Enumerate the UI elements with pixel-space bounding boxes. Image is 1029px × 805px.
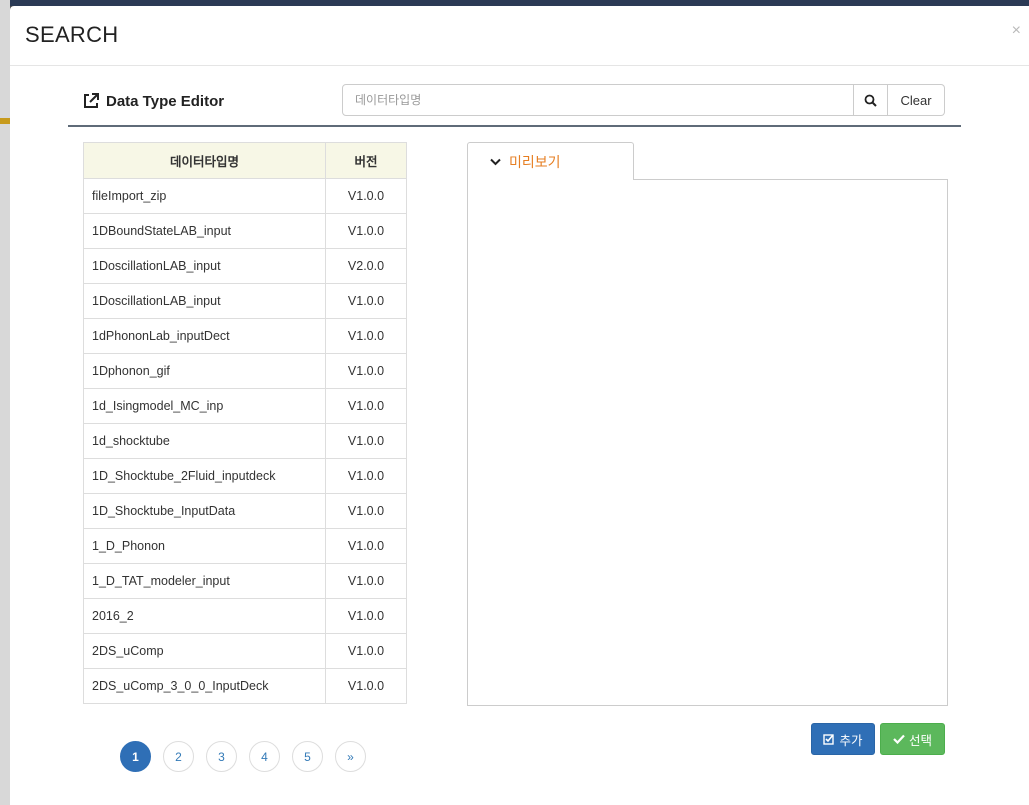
page-button-5[interactable]: 5 [292,741,323,772]
cell-version[interactable]: V1.0.0 [325,563,407,599]
table-body: fileImport_zip V1.0.0 1DBoundStateLAB_inpu… [83,178,407,704]
cell-version[interactable]: V1.0.0 [325,458,407,494]
data-type-table: 데이터타입명 버전 fileImport_zip V1.0.0 1DBoundSta… [83,142,407,704]
table-row[interactable]: 1_D_Phonon V1.0.0 [83,528,407,564]
table-row[interactable]: 1_D_TAT_modeler_input V1.0.0 [83,563,407,599]
cell-version[interactable]: V1.0.0 [325,598,407,634]
page-button-1[interactable]: 1 [120,741,151,772]
background-accent [0,118,10,124]
cell-datatype-name[interactable]: 2016_2 [83,598,326,634]
add-button-label: 추가 [839,733,863,748]
pagination: 1 2 3 4 5 » [120,741,378,772]
header-divider [68,125,961,127]
editor-title: Data Type Editor [82,92,224,110]
cell-version[interactable]: V1.0.0 [325,493,407,529]
cell-datatype-name[interactable]: 1d_Isingmodel_MC_inp [83,388,326,424]
cell-datatype-name[interactable]: 1_D_Phonon [83,528,326,564]
clear-button[interactable]: Clear [888,84,945,116]
table-row[interactable]: fileImport_zip V1.0.0 [83,178,407,214]
preview-panel [467,179,948,706]
check-icon [893,734,905,744]
cell-datatype-name[interactable]: 1D_Shocktube_InputData [83,493,326,529]
modal-header: SEARCH × [10,6,1029,66]
chevron-down-icon [490,158,501,165]
select-button-label: 선택 [908,733,932,748]
cell-datatype-name[interactable]: 1DoscillationLAB_input [83,283,326,319]
tab-preview-label: 미리보기 [509,153,561,170]
column-header-name[interactable]: 데이터타입명 [83,142,326,179]
table-row[interactable]: 2016_2 V1.0.0 [83,598,407,634]
search-icon [864,94,877,107]
cell-version[interactable]: V1.0.0 [325,388,407,424]
table-row[interactable]: 1dPhononLab_inputDect V1.0.0 [83,318,407,354]
table-row[interactable]: 1D_Shocktube_2Fluid_inputdeck V1.0.0 [83,458,407,494]
close-button[interactable]: × [1012,22,1021,40]
search-input[interactable] [342,84,854,116]
search-group: Clear [342,84,945,116]
cell-version[interactable]: V1.0.0 [325,423,407,459]
table-row[interactable]: 1D_Shocktube_InputData V1.0.0 [83,493,407,529]
table-row[interactable]: 1DBoundStateLAB_input V1.0.0 [83,213,407,249]
external-link-icon [84,93,99,108]
cell-version[interactable]: V1.0.0 [325,283,407,319]
select-button[interactable]: 선택 [880,723,945,755]
table-row[interactable]: 2DS_uComp V1.0.0 [83,633,407,669]
modal-title: SEARCH [25,22,119,47]
cell-version[interactable]: V1.0.0 [325,668,407,704]
cell-version[interactable]: V1.0.0 [325,353,407,389]
cell-datatype-name[interactable]: 1d_shocktube [83,423,326,459]
cell-version[interactable]: V1.0.0 [325,528,407,564]
table-row[interactable]: 1d_Isingmodel_MC_inp V1.0.0 [83,388,407,424]
page-button-3[interactable]: 3 [206,741,237,772]
add-button[interactable]: 추가 [811,723,875,755]
table-row[interactable]: 1DoscillationLAB_input V2.0.0 [83,248,407,284]
cell-version[interactable]: V1.0.0 [325,318,407,354]
background-strip [0,0,10,805]
tab-preview[interactable]: 미리보기 [467,142,634,180]
cell-datatype-name[interactable]: 1D_Shocktube_2Fluid_inputdeck [83,458,326,494]
cell-datatype-name[interactable]: 2DS_uComp [83,633,326,669]
cell-datatype-name[interactable]: 1dPhononLab_inputDect [83,318,326,354]
cell-version[interactable]: V1.0.0 [325,213,407,249]
page-button-2[interactable]: 2 [163,741,194,772]
editor-title-label: Data Type Editor [106,92,225,110]
page-button-4[interactable]: 4 [249,741,280,772]
table-header-row: 데이터타입명 버전 [83,142,407,179]
cell-datatype-name[interactable]: 1Dphonon_gif [83,353,326,389]
search-button[interactable] [854,84,888,116]
cell-version[interactable]: V2.0.0 [325,248,407,284]
cell-version[interactable]: V1.0.0 [325,633,407,669]
column-header-version[interactable]: 버전 [325,142,407,179]
cell-version[interactable]: V1.0.0 [325,178,407,214]
table-row[interactable]: 2DS_uComp_3_0_0_InputDeck V1.0.0 [83,668,407,704]
cell-datatype-name[interactable]: 2DS_uComp_3_0_0_InputDeck [83,668,326,704]
cell-datatype-name[interactable]: 1_D_TAT_modeler_input [83,563,326,599]
table-row[interactable]: 1DoscillationLAB_input V1.0.0 [83,283,407,319]
cell-datatype-name[interactable]: fileImport_zip [83,178,326,214]
checkbox-icon [823,734,835,745]
table-row[interactable]: 1d_shocktube V1.0.0 [83,423,407,459]
table-row[interactable]: 1Dphonon_gif V1.0.0 [83,353,407,389]
page-next-button[interactable]: » [335,741,366,772]
cell-datatype-name[interactable]: 1DoscillationLAB_input [83,248,326,284]
cell-datatype-name[interactable]: 1DBoundStateLAB_input [83,213,326,249]
